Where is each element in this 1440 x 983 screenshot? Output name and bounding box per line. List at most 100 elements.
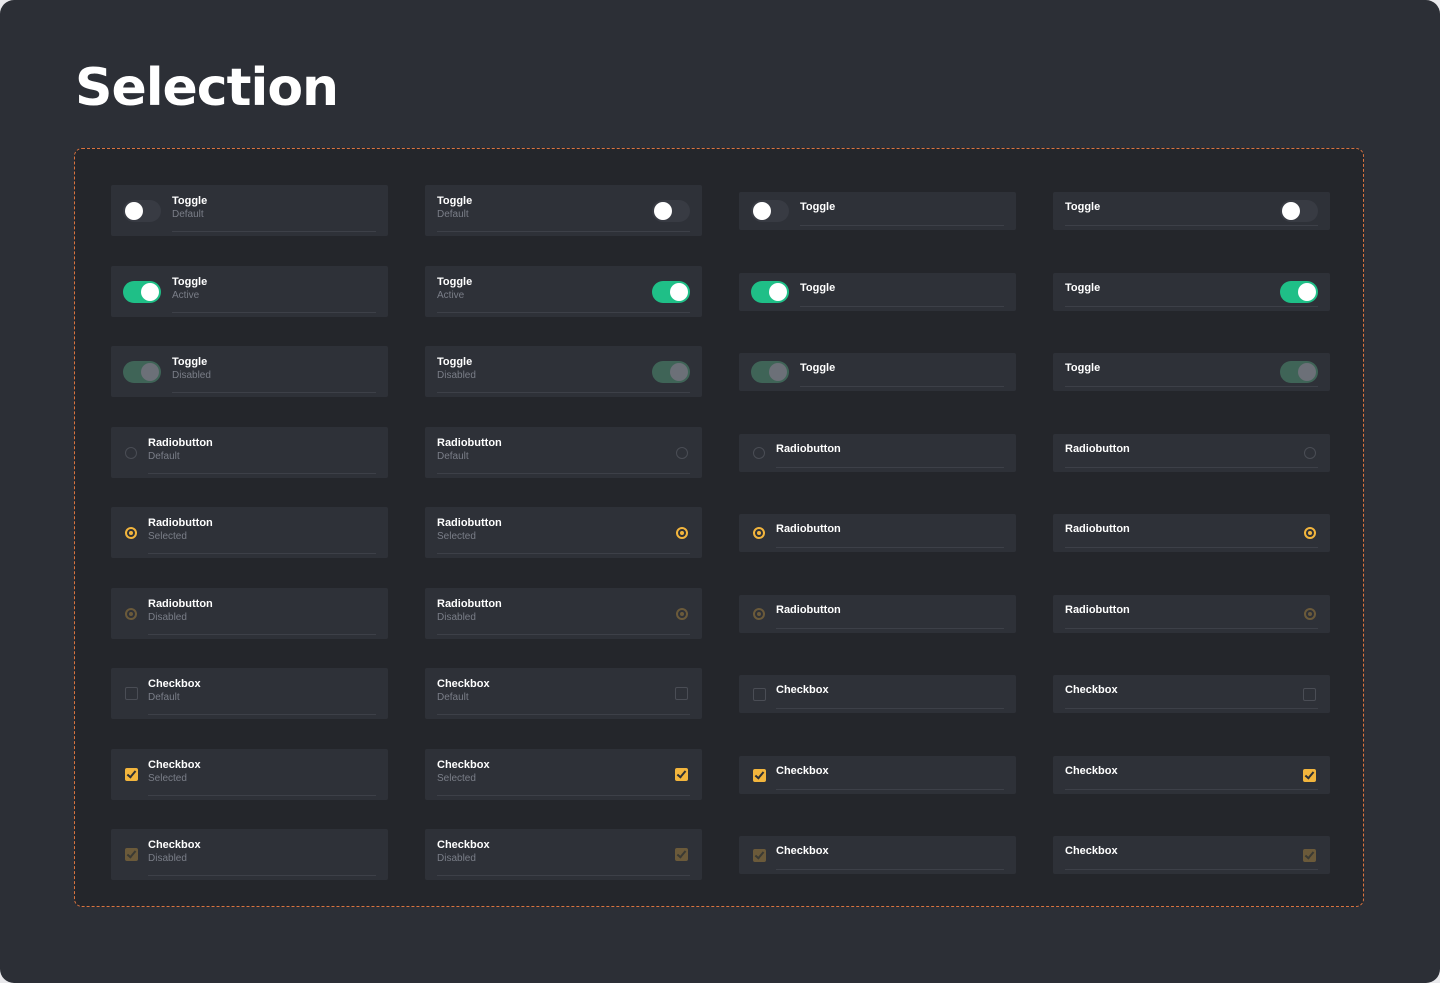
- check-icon: [126, 848, 137, 859]
- radio-disabled-item[interactable]: Radiobutton: [1053, 595, 1330, 633]
- toggle-switch[interactable]: [1280, 200, 1318, 222]
- radio-disabled-item[interactable]: Radiobutton Disabled: [425, 588, 702, 639]
- toggle-default-item[interactable]: Toggle: [1053, 192, 1330, 230]
- item-label: Checkbox: [1065, 845, 1118, 857]
- toggle-switch[interactable]: [652, 199, 690, 222]
- item-text: Radiobutton: [1065, 442, 1130, 456]
- radio-button[interactable]: [125, 446, 137, 459]
- toggle-disabled-item[interactable]: Toggle: [1053, 353, 1330, 391]
- checkbox[interactable]: [125, 687, 138, 700]
- radio-selected-item[interactable]: Radiobutton: [739, 514, 1016, 552]
- checkbox[interactable]: [753, 768, 766, 782]
- item-text: Checkbox Disabled: [437, 838, 490, 865]
- radio-button[interactable]: [1304, 447, 1316, 459]
- toggle-active-item[interactable]: Toggle: [739, 273, 1016, 311]
- checkbox[interactable]: [1303, 768, 1316, 782]
- item-text: Radiobutton: [776, 442, 841, 456]
- item-divider: [1065, 789, 1318, 790]
- checkbox-disabled-item[interactable]: Checkbox Disabled: [425, 829, 702, 880]
- toggle-switch[interactable]: [751, 281, 789, 303]
- item-text: Checkbox Selected: [437, 758, 490, 785]
- item-label: Checkbox: [776, 765, 829, 777]
- radio-default-item[interactable]: Radiobutton: [1053, 434, 1330, 472]
- item-text: Checkbox: [1065, 683, 1118, 697]
- radio-default-item[interactable]: Radiobutton Default: [425, 427, 702, 478]
- checkbox-disabled-item[interactable]: Checkbox: [1053, 836, 1330, 874]
- toggle-default-item[interactable]: Toggle Default: [425, 185, 702, 236]
- item-divider: [776, 628, 1004, 629]
- item-label: Toggle: [1065, 201, 1101, 213]
- radio-selected-item[interactable]: Radiobutton Selected: [425, 507, 702, 558]
- item-text: Toggle: [1065, 200, 1100, 214]
- item-text: Radiobutton: [776, 522, 841, 536]
- item-text: Radiobutton Default: [437, 436, 502, 463]
- toggle-active-item[interactable]: Toggle: [1053, 273, 1330, 311]
- checkbox[interactable]: [675, 687, 688, 700]
- toggle-switch[interactable]: [652, 280, 690, 303]
- toggle-switch[interactable]: [1280, 281, 1318, 303]
- toggle-switch[interactable]: [123, 199, 161, 222]
- checkbox-disabled-item[interactable]: Checkbox Disabled: [111, 829, 388, 880]
- toggle-disabled-item[interactable]: Toggle Disabled: [425, 346, 702, 397]
- toggle-default-item[interactable]: Toggle Default: [111, 185, 388, 236]
- radio-button[interactable]: [753, 447, 765, 459]
- item-text: Checkbox Selected: [148, 758, 201, 785]
- item-divider: [437, 231, 690, 232]
- item-label: Radiobutton: [148, 517, 213, 529]
- checkbox-default-item[interactable]: Checkbox Default: [111, 668, 388, 719]
- item-state: Disabled: [437, 370, 476, 381]
- radio-selected-item[interactable]: Radiobutton Selected: [111, 507, 388, 558]
- toggle-active-item[interactable]: Toggle Active: [111, 266, 388, 317]
- toggle-switch[interactable]: [123, 280, 161, 303]
- check-icon: [126, 768, 137, 779]
- item-text: Checkbox: [776, 844, 829, 858]
- checkbox-selected-item[interactable]: Checkbox: [739, 756, 1016, 794]
- item-text: Radiobutton Disabled: [437, 597, 502, 624]
- item-text: Toggle: [800, 281, 835, 295]
- check-icon: [1304, 848, 1315, 860]
- radio-dot: [129, 611, 133, 616]
- item-state: Default: [148, 692, 180, 703]
- item-label: Radiobutton: [1065, 443, 1130, 455]
- item-label: Toggle: [800, 362, 836, 374]
- checkbox-selected-item[interactable]: Checkbox: [1053, 756, 1330, 794]
- item-label: Toggle: [1065, 362, 1101, 374]
- item-label: Toggle: [437, 276, 473, 288]
- item-divider: [172, 392, 376, 393]
- item-label: Toggle: [437, 195, 473, 207]
- radio-button[interactable]: [676, 526, 688, 539]
- item-label: Toggle: [800, 282, 836, 294]
- checkbox[interactable]: [125, 768, 138, 781]
- radio-disabled-item[interactable]: Radiobutton Disabled: [111, 588, 388, 639]
- checkbox-selected-item[interactable]: Checkbox Selected: [111, 749, 388, 800]
- item-label: Checkbox: [148, 678, 201, 690]
- radio-button[interactable]: [1304, 527, 1316, 539]
- radio-default-item[interactable]: Radiobutton: [739, 434, 1016, 472]
- toggle-disabled-item[interactable]: Toggle: [739, 353, 1016, 391]
- item-divider: [800, 225, 1004, 226]
- toggle-knob: [1298, 283, 1316, 301]
- radio-button[interactable]: [125, 526, 137, 539]
- item-divider: [437, 875, 690, 876]
- checkbox-default-item[interactable]: Checkbox: [1053, 675, 1330, 713]
- radio-button[interactable]: [676, 446, 688, 459]
- toggle-switch: [1280, 361, 1318, 383]
- checkbox-disabled-item[interactable]: Checkbox: [739, 836, 1016, 874]
- item-state: Active: [437, 290, 465, 301]
- checkbox[interactable]: [753, 687, 766, 701]
- item-label: Checkbox: [776, 845, 829, 857]
- radio-disabled-item[interactable]: Radiobutton: [739, 595, 1016, 633]
- checkbox[interactable]: [1303, 687, 1316, 701]
- checkbox-default-item[interactable]: Checkbox: [739, 675, 1016, 713]
- radio-default-item[interactable]: Radiobutton Default: [111, 427, 388, 478]
- checkbox-default-item[interactable]: Checkbox Default: [425, 668, 702, 719]
- radio-button[interactable]: [753, 527, 765, 539]
- checkbox[interactable]: [675, 768, 688, 781]
- toggle-switch[interactable]: [751, 200, 789, 222]
- toggle-disabled-item[interactable]: Toggle Disabled: [111, 346, 388, 397]
- radio-selected-item[interactable]: Radiobutton: [1053, 514, 1330, 552]
- checkbox-selected-item[interactable]: Checkbox Selected: [425, 749, 702, 800]
- toggle-active-item[interactable]: Toggle Active: [425, 266, 702, 317]
- toggle-default-item[interactable]: Toggle: [739, 192, 1016, 230]
- item-label: Toggle: [172, 195, 208, 207]
